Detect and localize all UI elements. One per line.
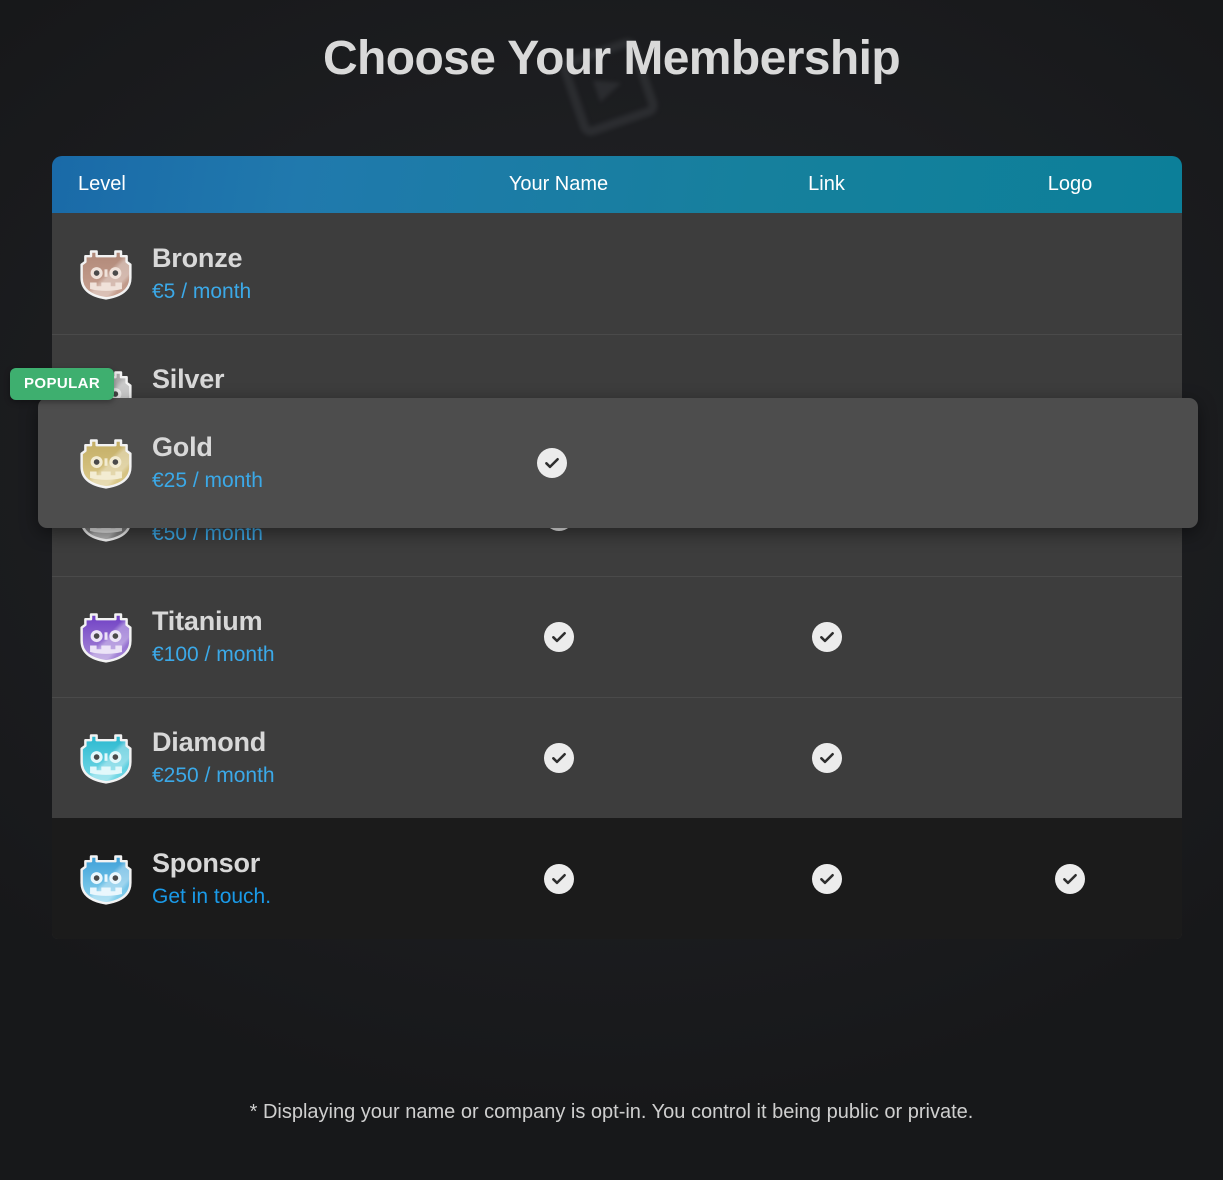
check-circle-icon xyxy=(1055,863,1085,894)
tier-price: €5 / month xyxy=(152,279,252,303)
tier-name: Sponsor xyxy=(152,847,261,878)
godot-head-bronze-icon xyxy=(76,244,136,304)
column-header-level: Level xyxy=(78,173,126,195)
tier-price: €25 / month xyxy=(152,469,263,492)
table-row[interactable]: Titanium €100 / month xyxy=(52,576,1182,697)
popular-badge: POPULAR xyxy=(10,368,115,400)
tier-name: Bronze xyxy=(152,242,243,273)
footnote: * Displaying your name or company is opt… xyxy=(249,1101,974,1123)
godot-head-diamond-icon xyxy=(76,728,136,788)
cell-level: Gold €25 / month xyxy=(38,431,408,495)
tier-name: Gold xyxy=(152,432,213,462)
tier-name: Diamond xyxy=(152,727,267,757)
column-header-logo: Logo xyxy=(1047,173,1093,195)
check-circle-icon xyxy=(811,743,842,773)
membership-table: Level Your Name Link Logo Bronze €5 / mo… xyxy=(10,156,1198,939)
tier-name: Silver xyxy=(152,364,225,394)
godot-head-titanium-icon xyxy=(76,607,136,667)
table-row[interactable]: Diamond €250 / month xyxy=(52,697,1182,818)
cell-link xyxy=(695,743,958,773)
column-header-link: Link xyxy=(808,173,845,195)
tier-price: €250 / month xyxy=(152,764,275,787)
godot-head-sponsor-icon xyxy=(76,849,136,909)
cell-level: Titanium €100 / month xyxy=(52,605,422,669)
check-circle-icon xyxy=(543,743,574,773)
cell-name xyxy=(422,622,695,652)
check-circle-icon xyxy=(811,863,842,894)
cell-level: Sponsor Get in touch. xyxy=(52,847,422,911)
cell-name xyxy=(422,743,695,773)
cell-name xyxy=(422,863,695,894)
cell-link xyxy=(695,622,958,652)
table-row[interactable]: Bronze €5 / month xyxy=(52,213,1182,334)
table-body: Bronze €5 / month Silver €50 / month Tit… xyxy=(52,213,1182,939)
table-header-row: Level Your Name Link Logo xyxy=(52,156,1182,213)
godot-head-gold-icon xyxy=(76,433,136,493)
cell-link xyxy=(695,863,958,894)
page-header: Choose Your Membership xyxy=(0,0,1223,150)
cell-level: Bronze €5 / month xyxy=(52,242,422,306)
column-header-your-name: Your Name xyxy=(508,173,609,195)
tier-price: €100 / month xyxy=(152,643,275,666)
table-row[interactable]: POPULAR Gold €25 / month xyxy=(10,368,1198,528)
check-circle-icon xyxy=(543,863,574,894)
check-circle-icon xyxy=(811,622,842,652)
check-circle-icon xyxy=(543,622,574,652)
cell-logo xyxy=(958,863,1182,894)
page-title: Choose Your Membership xyxy=(322,32,901,85)
table-row[interactable]: Sponsor Get in touch. xyxy=(52,818,1182,939)
cell-level: Diamond €250 / month xyxy=(52,726,422,790)
tier-price[interactable]: Get in touch. xyxy=(152,882,271,911)
tier-name: Titanium xyxy=(152,606,263,636)
check-circle-icon xyxy=(536,448,567,478)
cell-name xyxy=(408,448,695,478)
